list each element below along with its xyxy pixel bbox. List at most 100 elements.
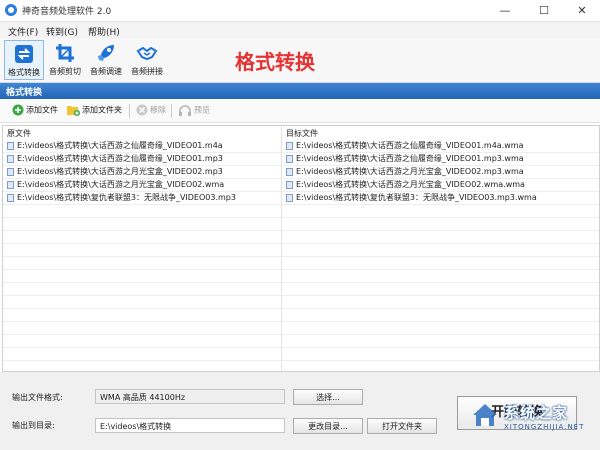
table-row [282,283,599,296]
add-folder-label: 添加文件夹 [82,105,122,115]
table-row [282,218,599,231]
page-heading: 格式转换 [235,50,315,74]
table-row [282,296,599,309]
maximize-button[interactable]: ☐ [525,0,563,21]
file-path: E:\videos\格式转换\大话西游之月光宝盒_VIDEO02.mp3.wma [296,167,524,176]
tool-label: 音频拼接 [131,67,163,76]
tool-audio-cut[interactable]: 音频剪切 [45,40,85,80]
add-folder-button[interactable]: 添加文件夹 [66,104,122,118]
house-logo-icon [473,404,497,426]
table-row[interactable]: E:\videos\格式转换\复仇者联盟3：无限战争_VIDEO03.mp3.w… [282,192,599,205]
change-dir-button[interactable]: 更改目录... [293,418,363,434]
menu-help[interactable]: 帮助(H) [88,25,120,38]
table-row [282,309,599,322]
table-row [282,257,599,270]
table-row[interactable]: E:\videos\格式转换\大话西游之仙履奇缘_VIDEO01.mp3.wma [282,153,599,166]
file-icon [7,180,14,189]
choose-format-button[interactable]: 选择... [293,389,363,405]
table-row [3,257,281,270]
table-row [3,296,281,309]
table-row[interactable]: E:\videos\格式转换\大话西游之月光宝盒_VIDEO02.wma [3,179,281,192]
table-row[interactable]: E:\videos\格式转换\大话西游之仙履奇缘_VIDEO01.m4a [3,140,281,153]
target-header: 目标文件 [286,129,318,138]
file-path: E:\videos\格式转换\大话西游之仙履奇缘_VIDEO01.m4a.wma [296,141,524,150]
watermark-text: 系统之家 [504,404,569,422]
table-row[interactable]: E:\videos\格式转换\大话西游之月光宝盒_VIDEO02.mp3.wma [282,166,599,179]
table-row [3,205,281,218]
table-row [3,348,281,361]
app-icon [5,4,17,16]
file-path: E:\videos\格式转换\复仇者联盟3：无限战争_VIDEO03.mp3 [17,193,236,202]
add-folder-icon [67,106,80,116]
file-path: E:\videos\格式转换\大话西游之月光宝盒_VIDEO02.wma [17,180,225,189]
table-row[interactable]: E:\videos\格式转换\大话西游之仙履奇缘_VIDEO01.m4a.wma [282,140,599,153]
open-folder-button[interactable]: 打开文件夹 [367,418,437,434]
table-row [3,283,281,296]
table-row [282,270,599,283]
window-title: 神奇音频处理软件 2.0 [22,7,112,17]
table-row [282,231,599,244]
output-format-label: 输出文件格式: [12,393,63,402]
menu-file[interactable]: 文件(F) [8,25,38,38]
tool-audio-join[interactable]: 音频拼接 [127,40,167,80]
table-row [3,231,281,244]
table-row [3,244,281,257]
table-row [282,205,599,218]
preview-label: 预览 [194,105,210,115]
handshake-icon [136,46,158,61]
file-icon [286,180,293,189]
toolbar-separator [171,104,172,118]
menu-bar: 文件(F) 转到(G) 帮助(H) [0,22,600,38]
crop-icon [56,44,74,62]
tool-audio-speed[interactable]: 音频调速 [86,40,126,80]
file-icon [7,167,14,176]
title-bar: 神奇音频处理软件 2.0 — ☐ ✕ [0,0,600,22]
table-row [282,348,599,361]
output-dir-label: 输出到目录: [12,421,55,430]
file-path: E:\videos\格式转换\大话西游之仙履奇缘_VIDEO01.mp3.wma [296,154,524,163]
add-file-button[interactable]: 添加文件 [12,104,58,118]
add-file-icon [12,104,24,116]
close-button[interactable]: ✕ [563,0,600,21]
file-list[interactable]: 原文件 E:\videos\格式转换\大话西游之仙履奇缘_VIDEO01.m4a… [2,125,600,387]
output-dir-input[interactable]: E:\videos\格式转换 [95,418,285,433]
add-file-label: 添加文件 [26,105,58,115]
target-column: 目标文件 E:\videos\格式转换\大话西游之仙履奇缘_VIDEO01.m4… [282,126,599,387]
table-row[interactable]: E:\videos\格式转换\大话西游之仙履奇缘_VIDEO01.mp3 [3,153,281,166]
format-convert-icon [15,45,33,63]
table-row [282,244,599,257]
table-row [3,218,281,231]
rocket-icon [98,45,114,61]
source-column: 原文件 E:\videos\格式转换\大话西游之仙履奇缘_VIDEO01.m4a… [3,126,282,387]
tool-format-convert[interactable]: 格式转换 [4,40,44,80]
toolbar-separator [129,104,130,118]
table-row [282,335,599,348]
table-row [3,309,281,322]
file-path: E:\videos\格式转换\大话西游之仙履奇缘_VIDEO01.m4a [17,141,223,150]
file-icon [7,141,14,150]
table-row[interactable]: E:\videos\格式转换\大话西游之月光宝盒_VIDEO02.mp3 [3,166,281,179]
file-icon [7,193,14,202]
preview-button[interactable]: 预览 [178,104,210,118]
tool-label: 音频剪切 [49,67,81,76]
output-format-field: WMA 高品质 44100Hz [95,389,285,404]
table-row[interactable]: E:\videos\格式转换\大话西游之月光宝盒_VIDEO02.wma.wma [282,179,599,192]
file-path: E:\videos\格式转换\大话西游之仙履奇缘_VIDEO01.mp3 [17,154,223,163]
file-icon [7,154,14,163]
table-row [3,335,281,348]
file-icon [286,141,293,150]
file-icon [286,167,293,176]
file-path: E:\videos\格式转换\大话西游之月光宝盒_VIDEO02.wma.wma [296,180,525,189]
file-actions-bar: 添加文件 添加文件夹 移除 预览 [0,100,600,123]
table-row[interactable]: E:\videos\格式转换\复仇者联盟3：无限战争_VIDEO03.mp3 [3,192,281,205]
source-header: 原文件 [7,129,31,138]
file-icon [286,154,293,163]
table-row [3,322,281,335]
file-icon [286,193,293,202]
section-title: 格式转换 [6,88,43,98]
menu-goto[interactable]: 转到(G) [46,25,78,38]
remove-button[interactable]: 移除 [136,104,166,118]
table-row [282,322,599,335]
file-path: E:\videos\格式转换\复仇者联盟3：无限战争_VIDEO03.mp3.w… [296,193,537,202]
minimize-button[interactable]: — [486,0,524,21]
